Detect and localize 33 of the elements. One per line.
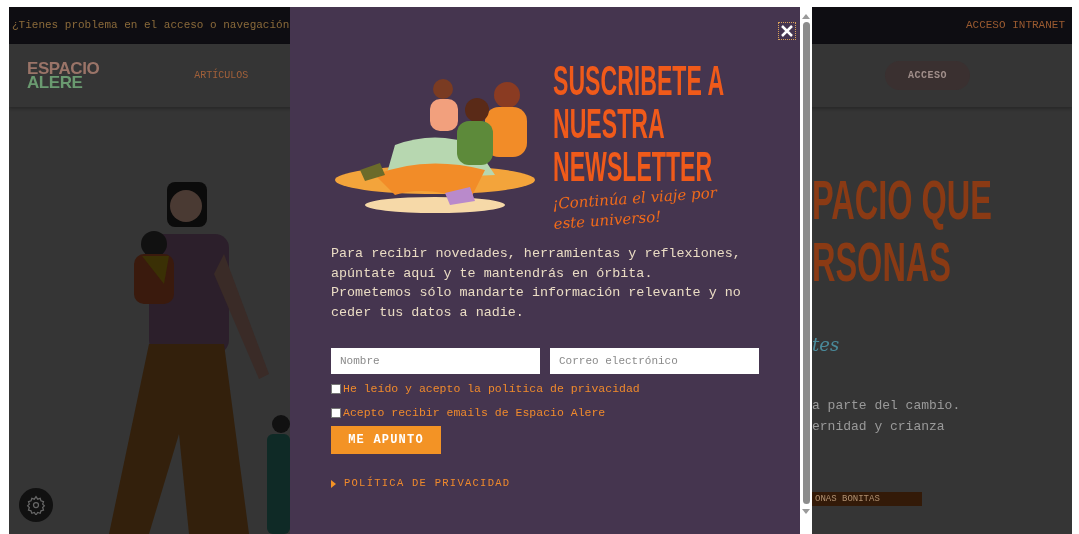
settings-icon (26, 495, 46, 515)
settings-button[interactable] (19, 488, 53, 522)
hero-button[interactable]: ONAS BONITAS (812, 492, 922, 506)
hero-text: ernidad y crianza (812, 418, 946, 436)
help-notice: ¿Tienes problema en el acceso o navegación (12, 18, 290, 34)
subscribe-button[interactable]: ME APUNTO (331, 426, 441, 454)
caret-icon (331, 479, 336, 488)
checkbox-label: He leído y acepto la política de privacidad (343, 380, 640, 397)
nav-link[interactable]: ARTÍCULOS (194, 68, 249, 83)
scrollbar-thumb[interactable] (802, 22, 810, 504)
privacy-disclosure[interactable]: POLÍTICA DE PRIVACIDAD (331, 476, 511, 492)
hero-heading: PACIO QUE (812, 169, 992, 231)
scrollbar[interactable] (800, 7, 812, 534)
input-field[interactable]: Nombre (331, 348, 540, 374)
script-text: tes (812, 335, 841, 355)
checkbox[interactable] (331, 383, 341, 394)
login-button[interactable]: ACCESO (885, 61, 970, 90)
newsletter-description: Para recibir novedades, herramientas y reflexiones, apúntate aquí y te mantendrás en órbita. (331, 245, 742, 283)
scroll-down-icon (802, 509, 810, 515)
site-logo[interactable]: ESPACIO ALERE (27, 61, 100, 90)
checkbox[interactable] (331, 407, 341, 418)
newsletter-title: NEWSLETTER (553, 145, 713, 188)
intranet-link[interactable]: ACCESO INTRANET (965, 17, 1065, 34)
input-field[interactable]: Correo electrónico (550, 348, 759, 374)
scroll-up-icon (802, 13, 810, 19)
newsletter-description: Prometemos sólo mandarte información relevante y no ceder tus datos a nadie. (331, 284, 742, 322)
checkbox-label: Acepto recibir emails de Espacio Alere (343, 404, 606, 421)
close-button[interactable] (778, 22, 796, 40)
hero-heading: RSONAS (812, 231, 951, 293)
hero-text: a parte del cambio. (812, 397, 962, 415)
newsletter-title: SUSCRIBETE A (553, 59, 725, 102)
close-icon (780, 24, 794, 38)
newsletter-title: NUESTRA (553, 102, 665, 145)
